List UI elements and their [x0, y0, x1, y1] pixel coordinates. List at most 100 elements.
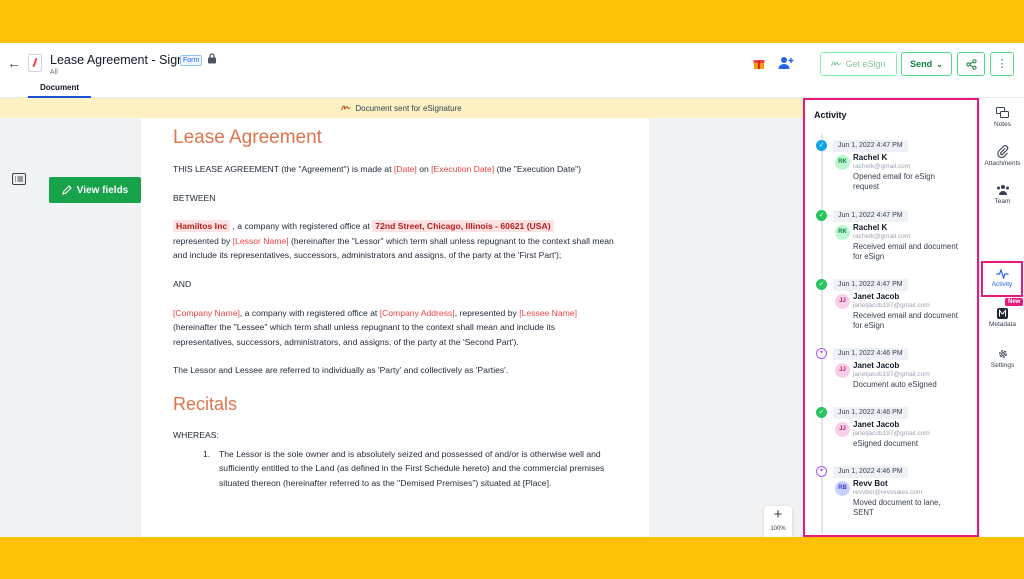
lock-icon: [208, 53, 216, 64]
intro-text: THIS LEASE AGREEMENT (the "Agreement") i…: [173, 164, 394, 174]
document-page: Lease Agreement THIS LEASE AGREEMENT (th…: [141, 118, 649, 537]
activity-user-name: Janet Jacob: [853, 292, 900, 301]
lessor-text-rep: represented by: [173, 235, 233, 246]
header: ← Lease Agreement - Sign Form All Docume…: [0, 43, 1024, 98]
list-text: The Lessor is the sole owner and is abso…: [219, 448, 605, 488]
list-number: 1.: [203, 448, 211, 459]
recitals-heading: Recitals: [173, 393, 238, 414]
paragraph-intro: THIS LEASE AGREEMENT (the "Agreement") i…: [173, 162, 617, 177]
get-esign-label: Get eSign: [845, 59, 886, 69]
activity-user-email: rachelk@gmail.com: [853, 163, 911, 170]
chevron-down-icon: ⌄: [936, 59, 943, 69]
lessor-address-field[interactable]: 72nd Street, Chicago, Illinois - 60621 (…: [372, 220, 554, 233]
activity-user-email: revvbot@revvsales.com: [853, 489, 923, 496]
and-label: AND: [173, 278, 192, 289]
check-icon: ✓: [816, 140, 827, 151]
gift-icon[interactable]: [753, 57, 765, 69]
view-fields-button[interactable]: View fields: [49, 177, 141, 203]
rail-item-team[interactable]: Team: [980, 184, 1024, 205]
folder-label: All: [50, 69, 58, 76]
activity-user-email: janetjacob197@gmail.com: [853, 371, 930, 378]
activity-user-name: Revv Bot: [853, 479, 888, 488]
execution-date-placeholder[interactable]: [Execution Date]: [431, 164, 494, 174]
lessee-text: , a company with registered office at: [239, 307, 380, 318]
signature-icon: [341, 105, 352, 111]
activity-date: Jun 1, 2022 4:47 PM: [833, 210, 908, 222]
rail-label: Attachments: [984, 160, 1021, 167]
banner-text: Document sent for eSignature: [355, 103, 462, 113]
lessee-name-placeholder[interactable]: [Lessee Name]: [519, 308, 577, 318]
tab-document[interactable]: Document: [28, 83, 91, 98]
rail-item-activity[interactable]: Activity: [981, 261, 1023, 297]
activity-description: eSigned document: [853, 439, 919, 448]
get-esign-button[interactable]: Get eSign: [820, 52, 897, 76]
rail-item-notes[interactable]: Notes: [980, 107, 1024, 128]
view-fields-label: View fields: [76, 184, 129, 196]
activity-date: Jun 1, 2022 4:47 PM: [833, 279, 908, 291]
rail-item-attachments[interactable]: Attachments: [980, 145, 1024, 167]
activity-description: Received email and document for eSign: [853, 242, 958, 261]
lessor-text: , a company with registered office at: [230, 221, 373, 232]
rail-label: Metadata: [988, 321, 1017, 328]
back-arrow-icon[interactable]: ←: [7, 55, 21, 71]
zoom-out-button[interactable]: −: [764, 534, 792, 537]
company-address-placeholder[interactable]: [Company Address]: [380, 308, 455, 318]
rail-label: Notes: [994, 121, 1011, 128]
lessor-name-placeholder[interactable]: [Lessor Name]: [233, 236, 289, 246]
metadata-icon: [997, 308, 1008, 319]
activity-date: Jun 1, 2022 4:46 PM: [833, 348, 908, 360]
avatar: RB: [835, 481, 850, 496]
document-canvas: View fields Lease Agreement THIS LEASE A…: [0, 118, 803, 537]
activity-user-email: janetjacob197@gmail.com: [853, 430, 930, 437]
between-label: BETWEEN: [173, 192, 216, 203]
activity-user-name: Rachel K: [853, 223, 888, 232]
zoom-in-button[interactable]: +: [764, 506, 792, 524]
lessor-name-field[interactable]: Hamiltos Inc: [173, 220, 231, 233]
activity-date: Jun 1, 2022 4:46 PM: [833, 466, 908, 478]
paragraph-parties: The Lessor and Lessee are referred to in…: [173, 365, 509, 376]
activity-user-email: rachelk@gmail.com: [853, 233, 911, 240]
right-rail: Notes Attachments Team Activity Metadata…: [979, 98, 1024, 537]
rail-label: Activity: [991, 281, 1013, 288]
gear-badge-icon: ✦: [816, 466, 827, 477]
whereas-label: WHEREAS:: [173, 429, 219, 440]
company-name-placeholder[interactable]: [Company Name]: [173, 308, 240, 318]
form-badge: Form: [180, 55, 203, 66]
outline-list-icon[interactable]: [12, 173, 26, 185]
avatar: JJ: [835, 294, 850, 309]
lessee-text-rep: , represented by: [454, 307, 520, 318]
check-icon: ✓: [816, 279, 827, 290]
new-badge: New: [1005, 298, 1024, 306]
rail-item-settings[interactable]: Settings: [980, 348, 1024, 369]
app-window: ← Lease Agreement - Sign Form All Docume…: [0, 43, 1024, 537]
activity-description: Received email and document for eSign: [853, 311, 958, 330]
paragraph-lessor: Hamiltos Inc , a company with registered…: [173, 219, 617, 263]
zoom-level: 100%: [770, 526, 786, 532]
paragraph-lessee: [Company Name], a company with registere…: [173, 306, 617, 350]
check-icon: ✓: [816, 210, 827, 221]
activity-panel: Activity ✓ Jun 1, 2022 4:47 PM RK Rachel…: [803, 98, 979, 537]
avatar: RK: [835, 155, 850, 170]
rail-label: Team: [994, 198, 1011, 205]
avatar: RK: [835, 225, 850, 240]
activity-description: Document auto eSigned: [853, 380, 937, 389]
kebab-menu-icon: ⋮: [996, 58, 1008, 70]
activity-date: Jun 1, 2022 4:46 PM: [833, 407, 908, 419]
avatar: JJ: [835, 422, 850, 437]
list-item: 1. The Lessor is the sole owner and is ab…: [203, 447, 617, 491]
more-options-button[interactable]: ⋮: [990, 52, 1014, 76]
intro-text-end: (the "Execution Date"): [494, 164, 582, 174]
send-button[interactable]: Send ⌄: [901, 52, 952, 76]
gear-icon: [998, 350, 1007, 358]
notes-icon: [996, 107, 1009, 118]
share-button[interactable]: [957, 52, 985, 76]
document-title: Lease Agreement - Sign: [50, 53, 185, 67]
activity-date: Jun 1, 2022 4:47 PM: [833, 140, 908, 152]
activity-user-name: Janet Jacob: [853, 420, 900, 429]
add-user-icon[interactable]: [778, 55, 794, 71]
rail-label: Settings: [990, 362, 1015, 369]
document-heading: Lease Agreement: [173, 127, 322, 148]
activity-pulse-icon: [996, 269, 1008, 279]
rail-item-metadata[interactable]: Metadata: [980, 308, 1024, 328]
date-placeholder[interactable]: [Date]: [394, 164, 417, 174]
